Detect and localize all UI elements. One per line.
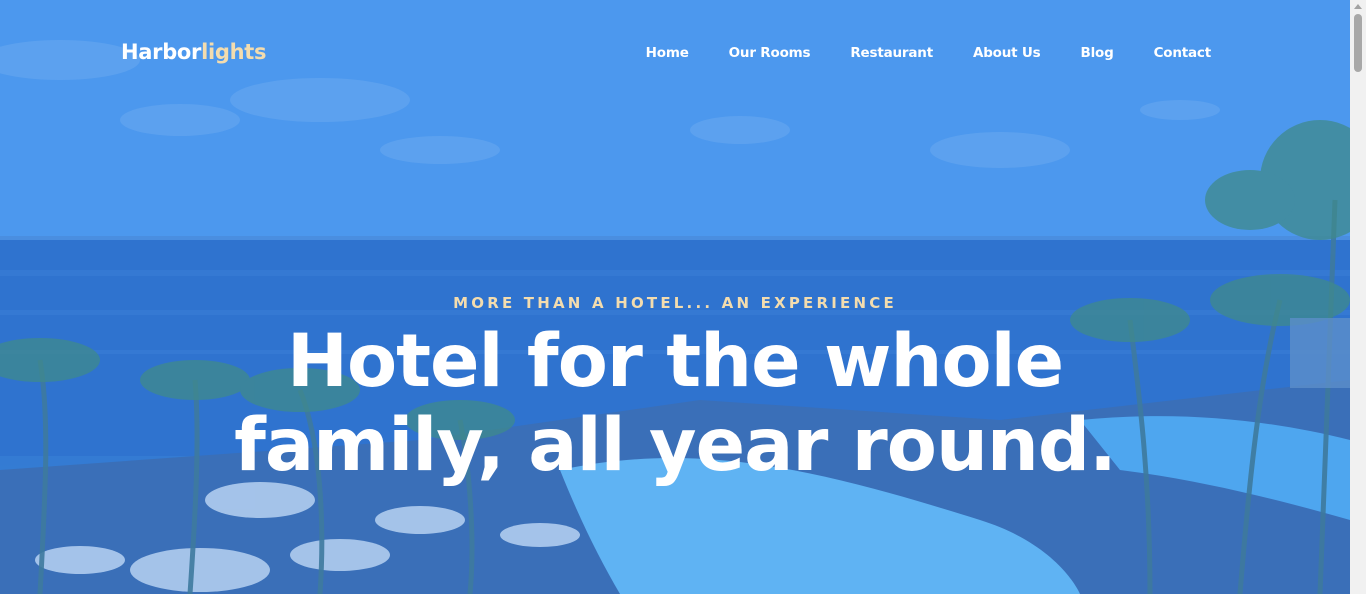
page-scrollbar[interactable] [1350,0,1366,594]
scrollbar-thumb[interactable] [1354,14,1362,72]
site-header: Harborlights Home Our Rooms Restaurant A… [0,0,1350,106]
brand-logo[interactable]: Harborlights [121,40,267,64]
hero-section: Harborlights Home Our Rooms Restaurant A… [0,0,1350,594]
brand-name-accent: lights [201,40,267,64]
nav-item-blog[interactable]: Blog [1081,45,1114,61]
brand-name-main: Harbor [121,40,202,64]
main-navigation: Home Our Rooms Restaurant About Us Blog … [606,45,1212,61]
nav-item-about-us[interactable]: About Us [973,45,1041,61]
hero-eyebrow: MORE THAN A HOTEL... AN EXPERIENCE [453,294,897,312]
nav-item-contact[interactable]: Contact [1154,45,1212,61]
nav-item-our-rooms[interactable]: Our Rooms [729,45,811,61]
nav-item-restaurant[interactable]: Restaurant [850,45,933,61]
hero-headline-line-1: Hotel for the whole [286,319,1064,404]
hero-headline-line-2: family, all year round. [234,403,1117,488]
hero-headline: Hotel for the whole family, all year rou… [0,320,1350,488]
scroll-up-arrow-icon[interactable] [1354,4,1362,9]
nav-item-home[interactable]: Home [646,45,689,61]
